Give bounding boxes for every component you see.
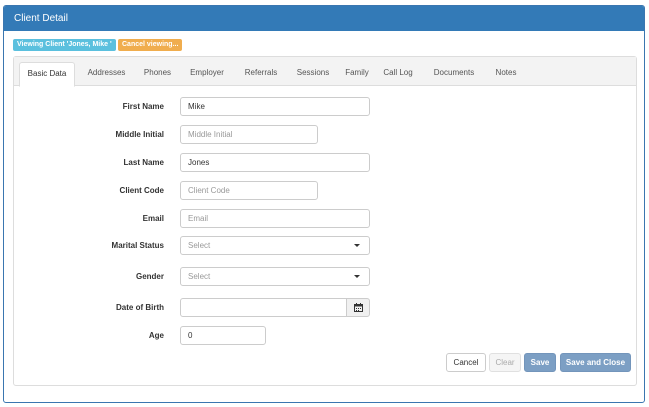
marital-status-value: Select [188, 241, 211, 250]
tab-addresses[interactable]: Addresses [80, 62, 133, 86]
gender-label: Gender [135, 272, 164, 281]
date-of-birth-input[interactable] [180, 298, 347, 317]
viewing-client-badge: Viewing Client 'Jones, Mike ' [13, 39, 116, 51]
panel-title: Client Detail [4, 6, 644, 31]
clear-button[interactable]: Clear [489, 353, 521, 372]
marital-status-label: Marital Status [111, 241, 164, 250]
caret-down-icon [354, 275, 360, 278]
gender-value: Select [188, 272, 211, 281]
age-input[interactable] [180, 326, 266, 345]
email-input[interactable] [180, 209, 370, 228]
client-code-label: Client Code [119, 186, 164, 195]
email-label: Email [142, 214, 164, 223]
last-name-input[interactable] [180, 153, 370, 172]
tab-employer[interactable]: Employer [182, 62, 232, 86]
tab-basic-data[interactable]: Basic Data [19, 62, 75, 87]
middle-initial-label: Middle Initial [115, 130, 164, 139]
tab-phones[interactable]: Phones [137, 62, 178, 86]
tab-referrals[interactable]: Referrals [236, 62, 286, 86]
first-name-input[interactable] [180, 97, 370, 116]
cancel-button[interactable]: Cancel [446, 353, 486, 372]
tab-notes[interactable]: Notes [488, 62, 524, 86]
middle-initial-input[interactable] [180, 125, 318, 144]
tab-bar: Basic Data Addresses Phones Employer Ref… [14, 57, 636, 87]
date-of-birth-label: Date of Birth [116, 303, 164, 312]
marital-status-select[interactable]: Select [180, 236, 370, 255]
tab-container: Basic Data Addresses Phones Employer Ref… [13, 56, 637, 386]
tab-documents[interactable]: Documents [424, 62, 484, 86]
calendar-icon [354, 303, 363, 312]
save-button[interactable]: Save [524, 353, 556, 372]
caret-down-icon [354, 244, 360, 247]
tab-call-log[interactable]: Call Log [378, 62, 418, 86]
first-name-label: First Name [122, 102, 164, 111]
cancel-viewing-button[interactable]: Cancel viewing... [118, 39, 183, 51]
age-label: Age [148, 331, 164, 340]
gender-select[interactable]: Select [180, 267, 370, 286]
save-and-close-button[interactable]: Save and Close [560, 353, 631, 372]
client-code-input[interactable] [180, 181, 318, 200]
last-name-label: Last Name [123, 158, 164, 167]
client-detail-panel: Client Detail Viewing Client 'Jones, Mik… [3, 5, 645, 403]
tab-sessions[interactable]: Sessions [290, 62, 336, 86]
tab-family[interactable]: Family [340, 62, 374, 86]
calendar-button[interactable] [346, 298, 370, 317]
